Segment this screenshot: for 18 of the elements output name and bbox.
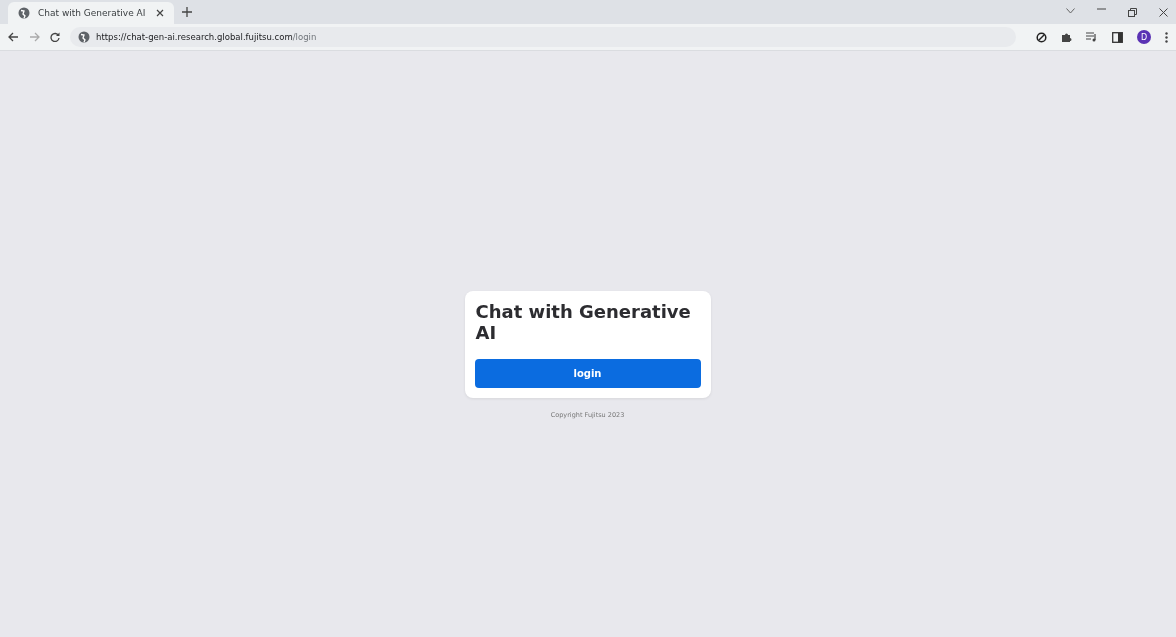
close-icon[interactable]	[1159, 7, 1168, 17]
profile-avatar[interactable]: D	[1137, 30, 1151, 44]
chevron-down-icon[interactable]	[1066, 7, 1075, 14]
login-button[interactable]: login	[474, 359, 701, 388]
address-bar[interactable]: https://chat-gen-ai.research.global.fujitsu.com/login	[70, 27, 1016, 47]
reload-icon[interactable]	[50, 32, 60, 42]
side-panel-icon[interactable]	[1112, 31, 1123, 43]
globe-icon	[18, 7, 30, 19]
browser-tab[interactable]: Chat with Generative AI	[8, 2, 174, 24]
close-icon[interactable]	[156, 9, 164, 17]
blocked-icon[interactable]	[1036, 31, 1047, 43]
globe-icon	[78, 31, 90, 43]
playlist-icon[interactable]	[1086, 32, 1098, 42]
back-arrow-icon[interactable]	[8, 32, 19, 42]
card-title: Chat with Generative AI	[474, 301, 692, 343]
more-menu-icon[interactable]	[1165, 31, 1168, 43]
new-tab-icon[interactable]	[182, 7, 192, 17]
restore-icon[interactable]	[1128, 7, 1137, 17]
